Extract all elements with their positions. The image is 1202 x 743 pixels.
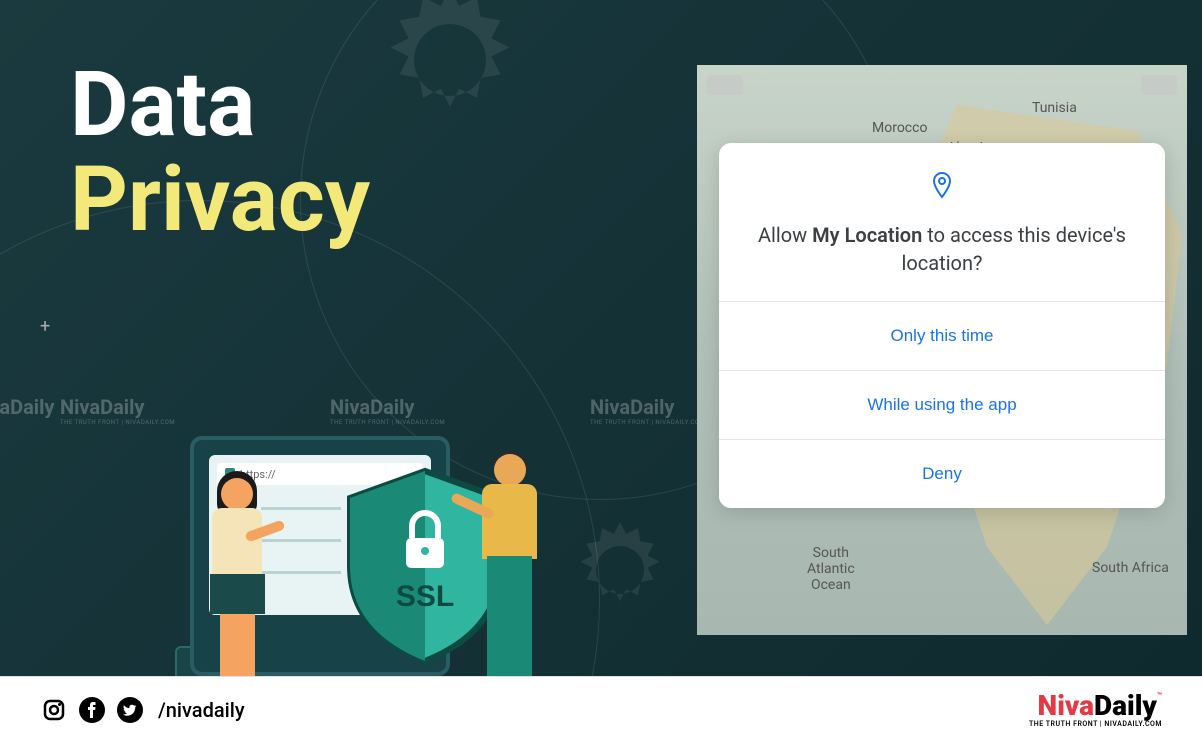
social-handles: /nivadaily [40, 696, 245, 724]
footer: /nivadaily NivaDaily™ THE TRUTH FRONT | … [0, 676, 1202, 743]
phone-screenshot: Morocco Tunisia Algeria South Africa Sou… [697, 65, 1187, 635]
location-pin-icon [930, 171, 954, 203]
security-illustration: $ username •••••• + [40, 316, 620, 676]
deny-button[interactable]: Deny [719, 439, 1165, 508]
plus-icon: + [40, 316, 60, 336]
map-label: South Atlantic Ocean [807, 545, 855, 593]
map-control-button[interactable] [1141, 75, 1177, 95]
title-line-1: Data [70, 60, 370, 150]
person-graphic [460, 446, 560, 676]
gear-icon [360, 0, 540, 150]
map-label: South Africa [1092, 560, 1169, 576]
map-label: Tunisia [1032, 100, 1077, 116]
twitter-icon[interactable] [116, 696, 144, 724]
title-line-2: Privacy [70, 150, 370, 249]
instagram-icon[interactable] [40, 696, 68, 724]
person-graphic [195, 466, 280, 676]
brand-logo: NivaDaily™ THE TRUTH FRONT | NIVADAILY.C… [1029, 692, 1162, 728]
main-banner: Data Privacy $ username •••••• [0, 0, 1202, 676]
only-this-time-button[interactable]: Only this time [719, 301, 1165, 370]
while-using-app-button[interactable]: While using the app [719, 370, 1165, 439]
svg-text:SSL: SSL [396, 580, 454, 613]
dialog-title: Allow My Location to access this device'… [751, 221, 1133, 277]
page-title: Data Privacy [70, 60, 370, 249]
social-handle-text: /nivadaily [158, 698, 245, 722]
facebook-icon[interactable] [78, 696, 106, 724]
map-control-button[interactable] [707, 75, 743, 95]
location-permission-dialog: Allow My Location to access this device'… [719, 143, 1165, 508]
map-label: Morocco [872, 120, 927, 136]
